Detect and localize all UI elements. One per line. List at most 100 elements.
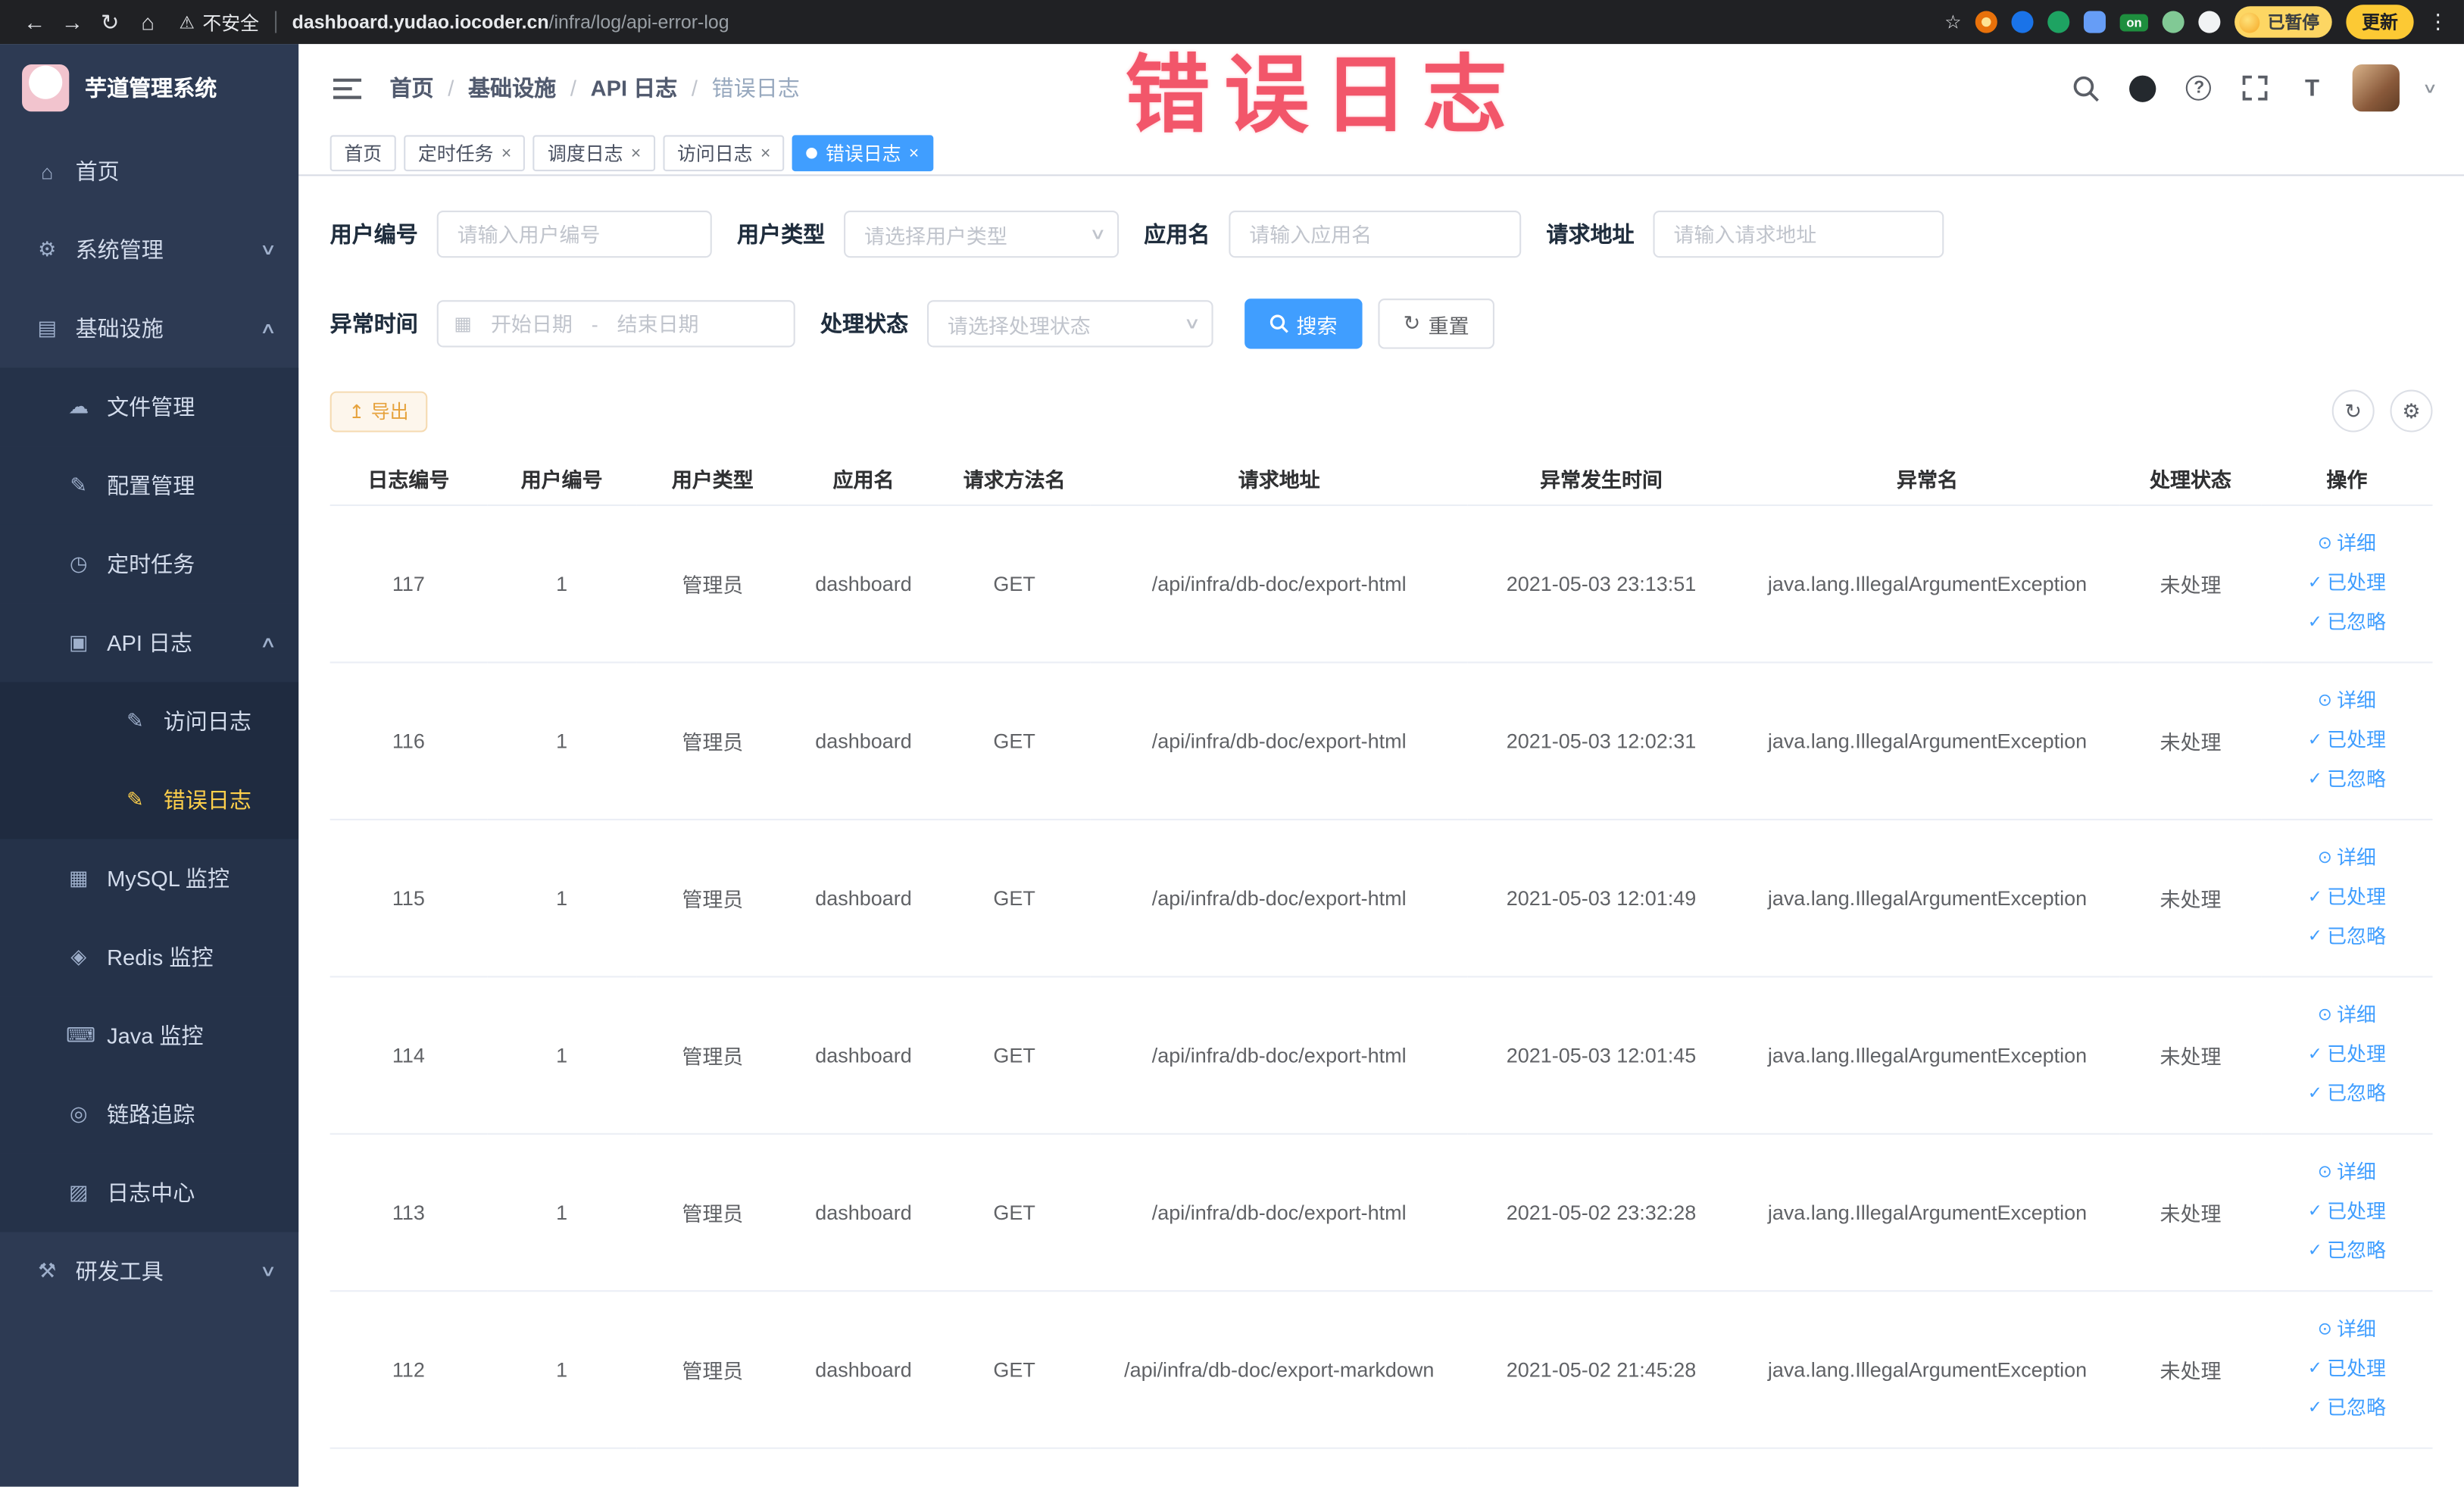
app-name-input[interactable] — [1229, 210, 1522, 258]
detail-link[interactable]: ⊙ 详细 — [2268, 681, 2427, 720]
sidebar-item-dev-tools[interactable]: ⚒ 研发工具 ∨ — [0, 1232, 298, 1310]
ignored-link[interactable]: ✓ 已忽略 — [2268, 603, 2427, 642]
ignored-link[interactable]: ✓ 已忽略 — [2268, 1074, 2427, 1114]
cell: GET — [938, 1290, 1091, 1448]
detail-link[interactable]: ⊙ 详细 — [2268, 995, 2427, 1035]
detail-link[interactable]: ⊙ 详细 — [2268, 524, 2427, 564]
sidebar-item-mysql-monitor[interactable]: ▦ MySQL 监控 — [0, 839, 299, 918]
cell: 管理员 — [636, 1290, 789, 1448]
sidebar-item-log-center[interactable]: ▨ 日志中心 — [0, 1153, 299, 1232]
database-icon: ▦ — [68, 866, 89, 890]
font-size-icon[interactable]: T — [2297, 72, 2328, 103]
end-date-input[interactable] — [607, 311, 708, 336]
process-status-select[interactable]: 请选择处理状态 ∨ — [927, 300, 1213, 348]
refresh-icon: ↻ — [1403, 311, 1421, 335]
breadcrumb-separator: / — [570, 75, 576, 101]
table-row: 117 1 管理员 dashboard GET /api/infra/db-do… — [329, 504, 2433, 663]
column-settings-button[interactable]: ⚙ — [2390, 389, 2433, 433]
sidebar-item-system-management[interactable]: ⚙ 系统管理 ∨ — [0, 211, 298, 289]
tab-home[interactable]: 首页 — [329, 135, 396, 172]
sidebar-item-home[interactable]: ⌂ 首页 — [0, 132, 298, 211]
ignored-link[interactable]: ✓ 已忽略 — [2268, 760, 2427, 799]
breadcrumb-item[interactable]: 基础设施 — [468, 72, 556, 103]
extension-icon-3[interactable] — [2047, 11, 2070, 33]
extension-icon-6[interactable] — [2162, 11, 2184, 33]
sidebar-item-label: 基础设施 — [75, 315, 164, 342]
reload-icon[interactable]: ↻ — [91, 3, 129, 41]
processed-link[interactable]: ✓ 已处理 — [2268, 1192, 2427, 1232]
paused-badge[interactable]: 已暂停 — [2234, 6, 2332, 38]
cell: java.lang.IllegalArgumentException — [1735, 818, 2120, 977]
close-icon[interactable]: × — [631, 144, 641, 163]
refresh-button[interactable]: ↻ — [2331, 389, 2375, 433]
tab-scheduled-tasks[interactable]: 定时任务 × — [404, 135, 526, 172]
cell: 2021-05-02 21:45:28 — [1467, 1290, 1735, 1448]
gear-icon: ⚙ — [38, 237, 57, 261]
eye-icon: ⊙ — [2317, 848, 2332, 867]
detail-link[interactable]: ⊙ 详细 — [2268, 839, 2427, 878]
file-icon: ☁ — [68, 394, 89, 418]
export-button[interactable]: ↥ 导出 — [329, 390, 428, 432]
sidebar-item-scheduled-tasks[interactable]: ◷ 定时任务 — [0, 524, 299, 604]
extension-on-badge[interactable]: on — [2120, 13, 2148, 31]
sidebar-item-tracing[interactable]: ◎ 链路追踪 — [0, 1075, 299, 1154]
search-icon[interactable] — [2070, 72, 2101, 103]
forward-icon[interactable]: → — [54, 3, 92, 41]
tab-schedule-log[interactable]: 调度日志 × — [533, 135, 655, 172]
user-id-input[interactable] — [436, 210, 712, 258]
close-icon[interactable]: × — [760, 144, 770, 163]
fullscreen-icon[interactable] — [2240, 72, 2271, 103]
site-security[interactable]: ⚠ 不安全 — [180, 8, 260, 35]
extension-icon-4[interactable] — [2084, 11, 2106, 33]
processed-link[interactable]: ✓ 已处理 — [2268, 564, 2427, 603]
watermark: 错误日志 — [1125, 48, 1522, 143]
exception-time-range[interactable]: ▦ - — [436, 300, 795, 348]
processed-link[interactable]: ✓ 已处理 — [2268, 878, 2427, 917]
processed-link[interactable]: ✓ 已处理 — [2268, 720, 2427, 760]
chrome-menu-icon[interactable]: ⋮ — [2428, 9, 2448, 34]
column-header: 请求方法名 — [938, 452, 1091, 505]
sidebar-item-access-log[interactable]: ✎ 访问日志 — [0, 682, 299, 761]
help-icon[interactable]: ? — [2183, 72, 2214, 103]
detail-link[interactable]: ⊙ 详细 — [2268, 1153, 2427, 1192]
ignored-link[interactable]: ✓ 已忽略 — [2268, 917, 2427, 957]
detail-link[interactable]: ⊙ 详细 — [2268, 1310, 2427, 1349]
collapse-sidebar-icon[interactable] — [333, 77, 362, 100]
breadcrumb-item[interactable]: API 日志 — [591, 72, 678, 103]
breadcrumb-item[interactable]: 首页 — [390, 72, 434, 103]
sidebar-item-java-monitor[interactable]: ⌨ Java 监控 — [0, 996, 299, 1076]
sidebar-item-error-log[interactable]: ✎ 错误日志 — [0, 761, 299, 839]
sidebar-item-label: 错误日志 — [163, 787, 251, 813]
processed-link[interactable]: ✓ 已处理 — [2268, 1349, 2427, 1389]
ignored-link[interactable]: ✓ 已忽略 — [2268, 1231, 2427, 1270]
address-url[interactable]: dashboard.yudao.iocoder.cn/infra/log/api… — [292, 11, 729, 33]
update-button[interactable]: 更新 — [2346, 5, 2414, 39]
cell: 2021-05-03 12:01:49 — [1467, 818, 1735, 977]
sidebar-item-config-management[interactable]: ✎ 配置管理 — [0, 446, 299, 525]
extension-icon-1[interactable] — [1975, 11, 1998, 33]
extension-icon-7[interactable] — [2198, 11, 2221, 33]
sidebar-item-redis-monitor[interactable]: ◈ Redis 监控 — [0, 917, 299, 997]
start-date-input[interactable] — [481, 311, 582, 336]
user-type-select[interactable]: 请选择用户类型 ∨ — [844, 210, 1120, 258]
tab-error-log[interactable]: 错误日志 × — [792, 135, 933, 172]
extension-icon-2[interactable] — [2011, 11, 2034, 33]
close-icon[interactable]: × — [909, 144, 919, 163]
sidebar-item-api-log[interactable]: ▣ API 日志 ∧ — [0, 603, 299, 683]
ignored-link[interactable]: ✓ 已忽略 — [2268, 1389, 2427, 1428]
request-url-input[interactable] — [1653, 210, 1944, 258]
reset-button[interactable]: ↻ 重置 — [1378, 298, 1494, 349]
github-icon[interactable] — [2127, 72, 2158, 103]
avatar[interactable] — [2353, 64, 2400, 112]
cell: /api/infra/db-doc/export-html — [1090, 661, 1468, 820]
sidebar-item-file-management[interactable]: ☁ 文件管理 — [0, 367, 299, 447]
processed-link[interactable]: ✓ 已处理 — [2268, 1035, 2427, 1074]
back-icon[interactable]: ← — [16, 3, 54, 41]
sidebar-item-infrastructure[interactable]: ▤ 基础设施 ∧ — [0, 289, 298, 368]
bookmark-star-icon[interactable]: ☆ — [1944, 11, 1961, 33]
close-icon[interactable]: × — [501, 144, 511, 163]
home-nav-icon[interactable]: ⌂ — [129, 3, 167, 41]
tab-access-log[interactable]: 访问日志 × — [663, 135, 785, 172]
search-button[interactable]: 搜索 — [1244, 298, 1363, 349]
chevron-down-icon[interactable]: ∨ — [2423, 80, 2439, 97]
